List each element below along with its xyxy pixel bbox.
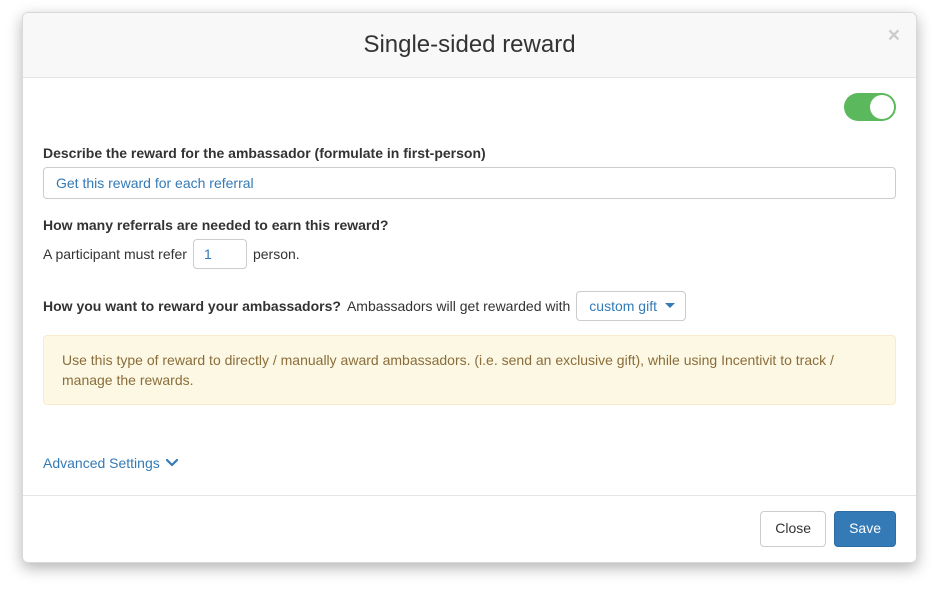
chevron-down-icon xyxy=(166,459,178,467)
reward-type-selected: custom gift xyxy=(589,298,657,314)
advanced-settings-toggle[interactable]: Advanced Settings xyxy=(43,455,178,471)
reward-description-input[interactable] xyxy=(43,167,896,199)
modal-title: Single-sided reward xyxy=(43,28,896,62)
reward-type-row: How you want to reward your ambassadors?… xyxy=(43,291,896,321)
close-button[interactable]: Close xyxy=(760,511,826,547)
referrals-sentence: A participant must refer person. xyxy=(43,239,896,269)
referrals-sentence-after: person. xyxy=(253,246,300,262)
modal-header: Single-sided reward × xyxy=(23,13,916,78)
save-button[interactable]: Save xyxy=(834,511,896,547)
toggle-knob xyxy=(870,95,894,119)
chevron-down-icon xyxy=(665,303,675,309)
referrals-needed-label: How many referrals are needed to earn th… xyxy=(43,217,896,233)
reward-type-label-bold: How you want to reward your ambassadors? xyxy=(43,298,341,314)
enable-toggle[interactable] xyxy=(844,93,896,121)
modal-body: Describe the reward for the ambassador (… xyxy=(23,78,916,496)
close-icon[interactable]: × xyxy=(888,25,900,46)
reward-type-label-plain: Ambassadors will get rewarded with xyxy=(347,298,570,314)
referrals-sentence-before: A participant must refer xyxy=(43,246,187,262)
reward-description-label: Describe the reward for the ambassador (… xyxy=(43,145,896,161)
toggle-row xyxy=(43,93,896,121)
modal-footer: Close Save xyxy=(23,495,916,562)
reward-type-select[interactable]: custom gift xyxy=(576,291,686,321)
info-alert: Use this type of reward to directly / ma… xyxy=(43,335,896,406)
advanced-settings-label: Advanced Settings xyxy=(43,455,160,471)
modal-dialog: Single-sided reward × Describe the rewar… xyxy=(22,12,917,563)
referrals-count-input[interactable] xyxy=(193,239,247,269)
